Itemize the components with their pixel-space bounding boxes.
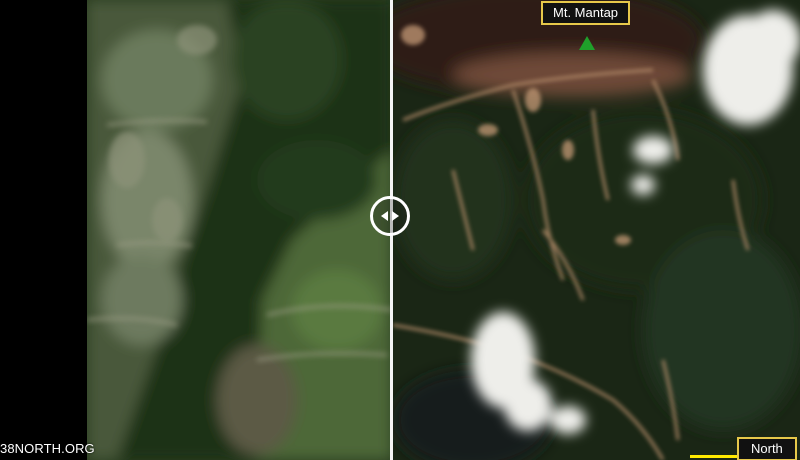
after-satellite-image (393, 0, 800, 460)
mountain-peak-icon (579, 36, 595, 50)
image-comparison-viewer: Mt. Mantap North 38NORTH.ORG (0, 0, 800, 460)
mountain-label: Mt. Mantap (541, 1, 631, 25)
north-indicator-line (690, 455, 740, 458)
arrow-left-icon (381, 211, 388, 221)
north-label: North (737, 437, 797, 460)
watermark: 38NORTH.ORG (0, 441, 95, 456)
left-margin (0, 0, 87, 460)
comparison-slider-handle[interactable] (370, 196, 410, 236)
arrow-right-icon (392, 211, 399, 221)
before-satellite-image (87, 0, 392, 460)
